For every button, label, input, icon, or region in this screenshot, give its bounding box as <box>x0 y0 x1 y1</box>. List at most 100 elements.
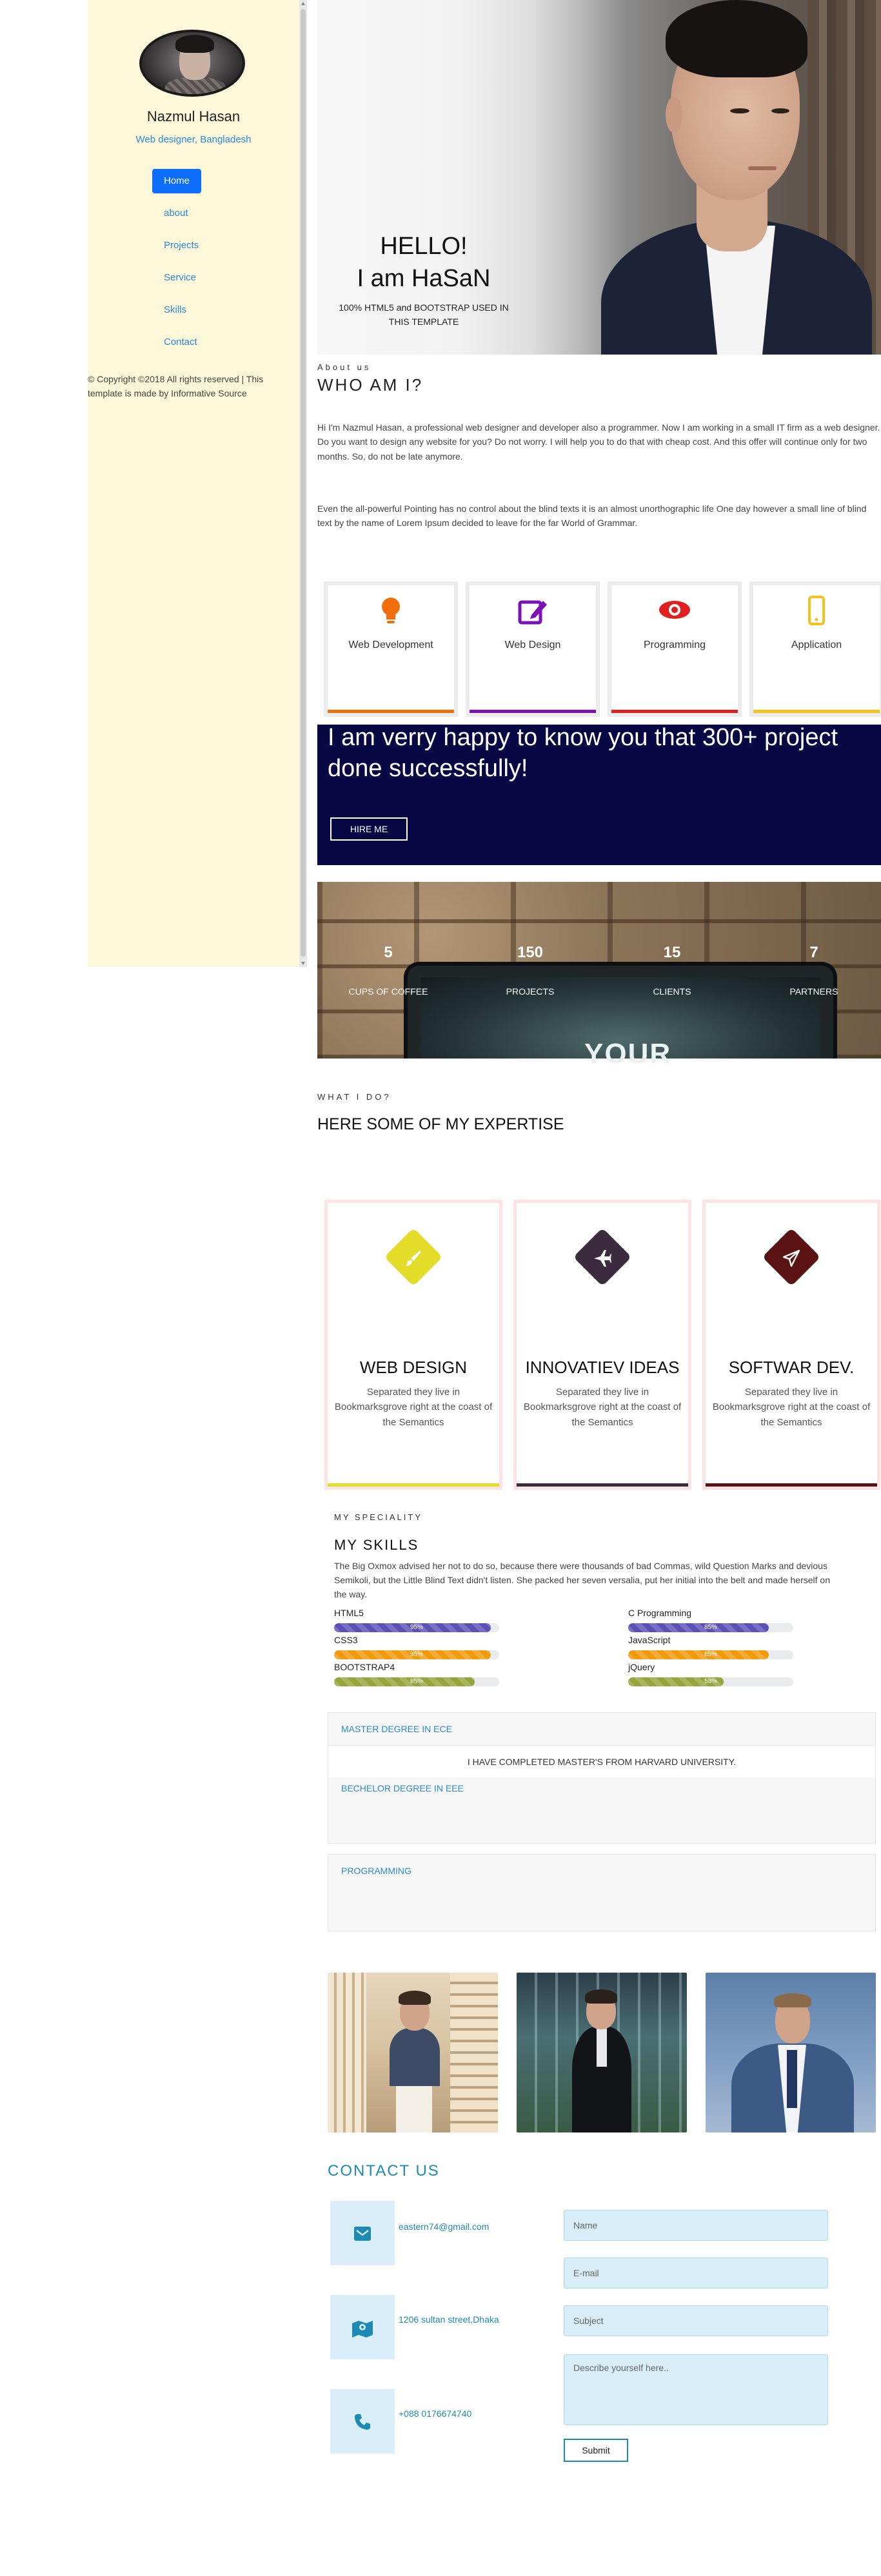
service-card-programming[interactable]: Programming <box>611 585 738 713</box>
accordion-item-programming: PROGRAMMING <box>328 1854 876 1931</box>
nav-link-projects[interactable]: Projects <box>164 240 199 251</box>
skill-progress-bar: 85% <box>334 1677 499 1686</box>
skills-description: Semikoli, but the Little Blind Text didn… <box>334 1575 830 1585</box>
service-card-web-design[interactable]: Web Design <box>470 585 596 713</box>
banner-headline: I am verry happy to know you that 300+ p… <box>328 724 838 782</box>
nav-link-skills[interactable]: Skills <box>164 304 186 315</box>
accordion-body-master: I HAVE COMPLETED MASTER'S FROM HARVARD U… <box>328 1745 875 1777</box>
accordion-header-bachelor[interactable]: BECHELOR DEGREE IN EEE <box>328 1777 875 1799</box>
name-field[interactable] <box>564 2210 828 2241</box>
about-title: WHO AM I? <box>317 375 424 395</box>
counter-value: 150 <box>517 944 544 961</box>
nav-home-button[interactable]: Home <box>152 169 201 193</box>
skill-progress-bar: 95% <box>334 1623 499 1632</box>
skill-name: JavaScript <box>628 1635 671 1645</box>
expertise-card-innovative-ideas[interactable]: INNOVATIEV IDEAS Separated they live in … <box>517 1203 688 1487</box>
hero-subtitle: 100% HTML5 and BOOTSTRAP USED IN THIS TE… <box>339 302 509 327</box>
hire-me-button[interactable]: HIRE ME <box>330 817 408 841</box>
service-card-web-development[interactable]: Web Development <box>328 585 454 713</box>
copyright-text: © Copyright ©2018 All rights reserved | … <box>88 374 264 398</box>
portfolio-photo-3[interactable] <box>706 1973 876 2132</box>
scroll-down-icon[interactable] <box>301 962 305 965</box>
phone-icon-box <box>330 2389 395 2454</box>
lightbulb-icon <box>328 596 454 630</box>
submit-button[interactable]: Submit <box>564 2439 628 2462</box>
envelope-icon <box>330 2201 395 2265</box>
email-field[interactable] <box>564 2258 828 2288</box>
expertise-title: HERE SOME OF MY EXPERTISE <box>317 1115 564 1133</box>
counter-value: 15 <box>663 944 681 961</box>
brush-icon <box>384 1227 443 1287</box>
plane-icon <box>573 1227 632 1287</box>
skill-progress-bar: 95% <box>334 1650 499 1659</box>
service-label: Application <box>791 639 842 650</box>
about-paragraph-2: Even the all-powerful Pointing has no co… <box>317 503 867 529</box>
profile-role: Web designer, Bangladesh <box>135 134 252 145</box>
skill-progress-bar: 85% <box>628 1623 793 1632</box>
accordion-header-master[interactable]: MASTER DEGREE IN ECE <box>328 1713 875 1745</box>
contact-address: 1206 sultan street,Dhaka <box>399 2314 499 2325</box>
skill-percent: 85% <box>704 1651 717 1658</box>
nav-link-service[interactable]: Service <box>164 272 196 283</box>
skill-percent: 85% <box>410 1678 423 1685</box>
accordion-item-master: MASTER DEGREE IN ECE I HAVE COMPLETED MA… <box>328 1712 876 1844</box>
expertise-desc: Separated they live in Bookmarksgrove ri… <box>523 1387 682 1428</box>
nav-link-about[interactable]: about <box>164 208 188 219</box>
expertise-title: INNOVATIEV IDEAS <box>525 1358 680 1377</box>
scroll-up-icon[interactable] <box>301 2 305 5</box>
hero-name: I am HaSaN <box>357 265 491 292</box>
skills-description: the way. <box>334 1589 368 1599</box>
counter-label: CLIENTS <box>653 986 691 997</box>
about-eyebrow: About us <box>317 362 371 372</box>
expertise-title: WEB DESIGN <box>359 1358 468 1377</box>
paper-plane-icon <box>762 1227 821 1287</box>
contact-phone[interactable]: +088 0176674740 <box>399 2408 471 2419</box>
contact-email[interactable]: eastern74@gmail.com <box>399 2221 489 2232</box>
hero-greeting: HELLO! <box>380 233 468 260</box>
expertise-card-software-dev[interactable]: SOFTWAR DEV. Separated they live in Book… <box>706 1203 877 1487</box>
skill-name: C Programming <box>628 1608 692 1618</box>
portfolio-photo-2[interactable] <box>517 1973 687 2132</box>
expertise-eyebrow: WHAT I DO? <box>317 1092 391 1102</box>
skill-name: jQuery <box>628 1662 655 1672</box>
skill-percent: 85% <box>704 1624 717 1631</box>
skill-percent: 95% <box>410 1624 423 1631</box>
sidebar <box>88 0 299 967</box>
expertise-desc: Separated they live in Bookmarksgrove ri… <box>334 1387 493 1428</box>
profile-name: Nazmul Hasan <box>146 108 241 124</box>
counter-section <box>317 882 881 1059</box>
service-card-application[interactable]: Application <box>753 585 880 713</box>
portfolio-photo-1[interactable] <box>328 1973 498 2132</box>
map-marker-icon <box>330 2295 395 2359</box>
skill-name: CSS3 <box>334 1635 358 1645</box>
background-image-text: YOUR <box>584 1038 672 1069</box>
scrollbar-thumb[interactable] <box>301 9 306 957</box>
accordion-header-programming[interactable]: PROGRAMMING <box>328 1855 875 1887</box>
edit-icon <box>470 596 596 630</box>
email-icon-box <box>330 2201 395 2265</box>
avatar <box>139 30 245 97</box>
contact-title: CONTACT US <box>328 2162 440 2180</box>
skill-name: HTML5 <box>334 1608 364 1618</box>
skills-description: The Big Oxmox advised her not to do so, … <box>334 1561 827 1571</box>
nav-link-contact[interactable]: Contact <box>164 337 197 347</box>
about-paragraph-1: Hi I'm Nazmul Hasan, a professional web … <box>317 422 880 462</box>
counter-label: PROJECTS <box>506 986 555 997</box>
expertise-title: SOFTWAR DEV. <box>728 1358 855 1377</box>
skill-progress-bar: 85% <box>628 1650 793 1659</box>
address-icon-box <box>330 2295 395 2359</box>
expertise-card-web-design[interactable]: WEB DESIGN Separated they live in Bookma… <box>328 1203 499 1487</box>
counter-value: 5 <box>384 944 393 961</box>
mobile-icon <box>753 596 880 630</box>
message-field[interactable] <box>564 2354 828 2425</box>
skills-title: MY SKILLS <box>334 1537 419 1553</box>
eye-icon <box>611 596 738 630</box>
phone-icon <box>330 2389 395 2454</box>
service-label: Programming <box>643 639 706 650</box>
skill-percent: 58% <box>704 1678 717 1685</box>
subject-field[interactable] <box>564 2305 828 2336</box>
sidebar-scrollbar[interactable] <box>299 0 307 967</box>
skill-progress-bar: 58% <box>628 1677 793 1686</box>
counter-value: 7 <box>809 944 818 961</box>
skill-percent: 95% <box>410 1651 423 1658</box>
